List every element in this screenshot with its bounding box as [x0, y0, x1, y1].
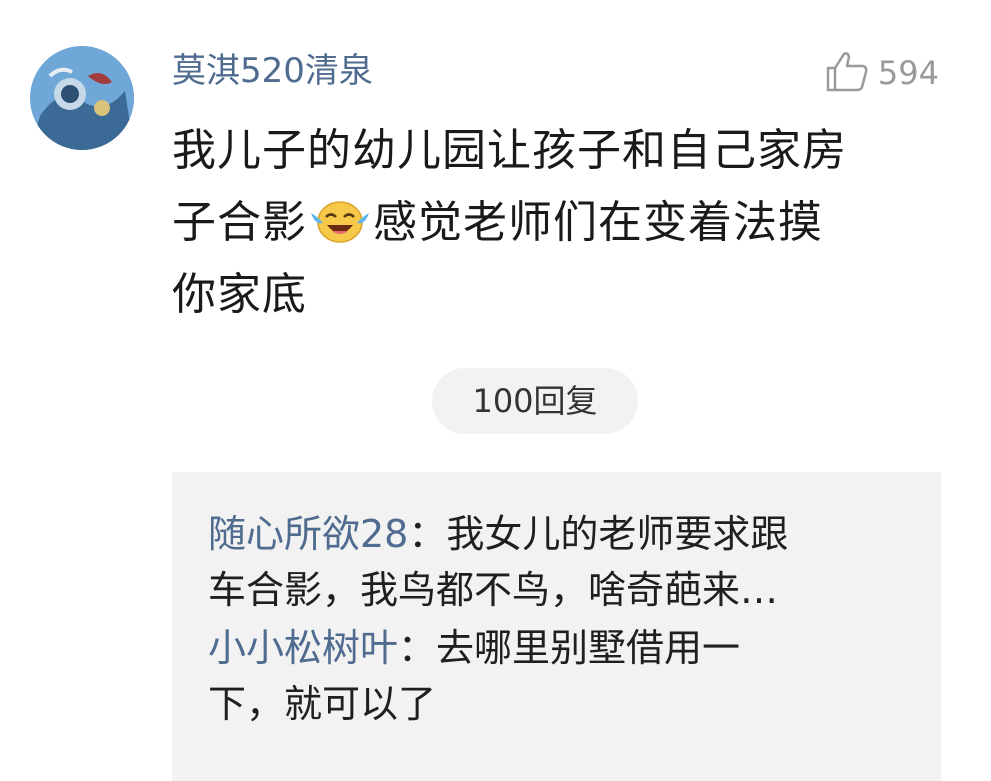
avatar-image: [30, 46, 134, 150]
comment-text: 我儿子的幼儿园让孩子和自己家房 子合影 感觉老师们在变着法摸 你家底: [172, 115, 942, 331]
reply-separator: ：: [398, 626, 437, 670]
like-button[interactable]: 594: [824, 50, 939, 96]
reply-text: 车合影，我鸟都不鸟，啥奇葩来…: [208, 568, 779, 612]
reply-text: 我女儿的老师要求跟: [446, 512, 789, 556]
thumbs-up-icon: [824, 50, 870, 96]
comment-text-segment: 感觉老师们在变着法摸: [373, 197, 823, 248]
reply-text: 去哪里别墅借用一: [436, 626, 741, 670]
avatar[interactable]: [30, 46, 134, 150]
laughing-crying-emoji-icon: [309, 195, 371, 245]
reply-item: 随心所欲28：我女儿的老师要求跟 车合影，我鸟都不鸟，啥奇葩来…: [208, 506, 913, 618]
view-replies-button[interactable]: 100回复: [432, 368, 638, 434]
reply-author[interactable]: 小小松树叶: [208, 626, 398, 670]
comment-card: 莫淇520清泉 594 我儿子的幼儿园让孩子和自己家房 子合影 感觉老师们在变着…: [0, 0, 991, 781]
replies-preview: 随心所欲28：我女儿的老师要求跟 车合影，我鸟都不鸟，啥奇葩来… 小小松树叶：去…: [172, 472, 941, 781]
like-count: 594: [877, 54, 939, 92]
comment-text-line: 我儿子的幼儿园让孩子和自己家房: [172, 125, 847, 176]
comment-text-segment: 子合影: [172, 197, 307, 248]
username[interactable]: 莫淇520清泉: [172, 46, 373, 96]
comment-text-line: 子合影 感觉老师们在变着法摸: [172, 187, 942, 259]
reply-item: 小小松树叶：去哪里别墅借用一 下，就可以了: [208, 620, 913, 732]
reply-author[interactable]: 随心所欲28: [208, 512, 408, 556]
comment-text-line: 你家底: [172, 269, 307, 320]
reply-separator: ：: [408, 512, 447, 556]
reply-text: 下，就可以了: [208, 682, 437, 726]
